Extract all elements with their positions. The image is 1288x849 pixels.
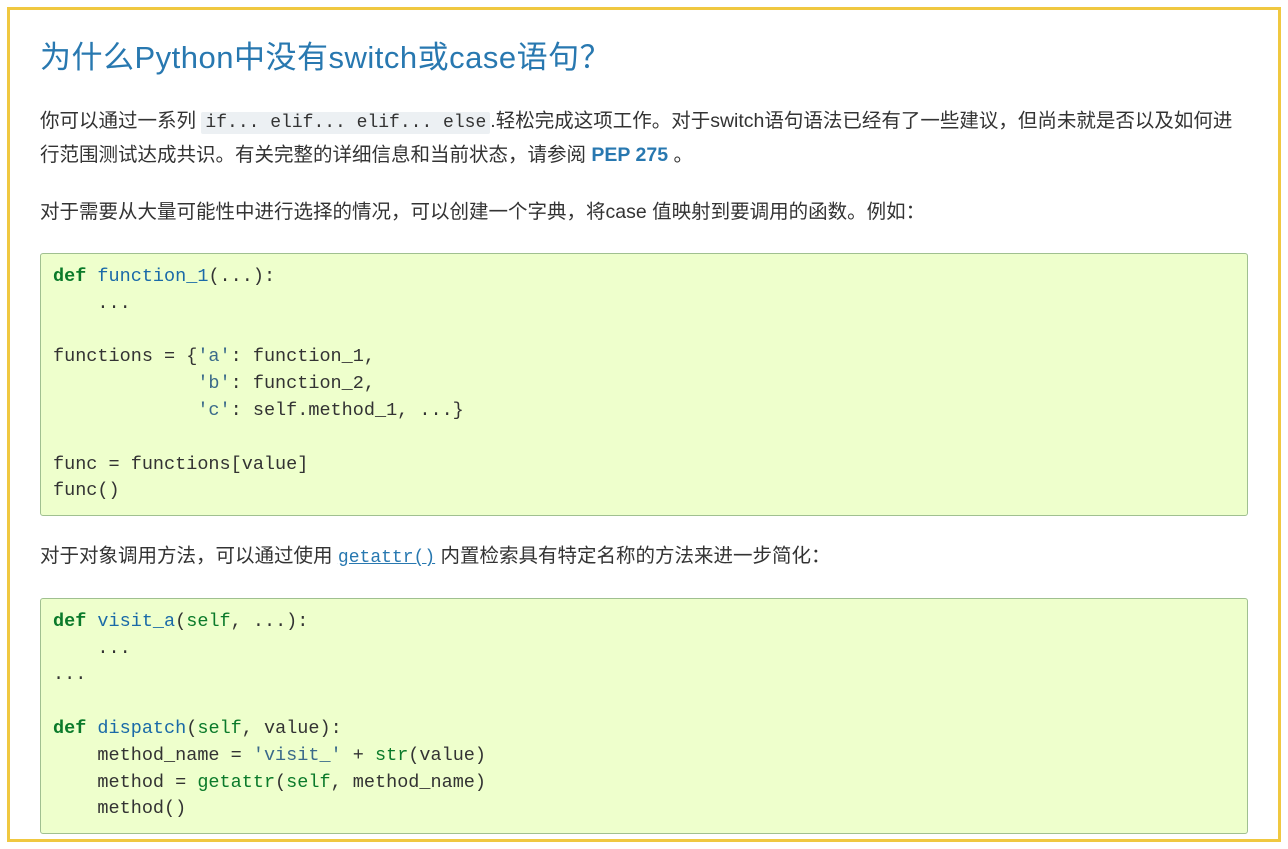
- getattr-link[interactable]: getattr(): [338, 548, 435, 568]
- code-text: method =: [53, 772, 197, 793]
- string-literal: 'b': [197, 373, 230, 394]
- code-text: (...):: [208, 266, 275, 287]
- code-text: (value): [408, 745, 486, 766]
- code-block-1: def function_1(...): ... functions = {'a…: [40, 253, 1248, 516]
- code-text: ...: [53, 293, 131, 314]
- p1-text-a: 你可以通过一系列: [40, 110, 201, 132]
- kw-def: def: [53, 611, 86, 632]
- code-text: +: [342, 745, 375, 766]
- code-text: ...: [53, 638, 131, 659]
- page-title: 为什么Python中没有switch或case语句？: [40, 32, 1248, 77]
- paragraph-1: 你可以通过一系列 if... elif... elif... else.轻松完成…: [40, 105, 1248, 172]
- code-text: method(): [53, 798, 186, 819]
- pep-275-link[interactable]: PEP 275: [591, 144, 668, 166]
- code-text: functions = {: [53, 346, 197, 367]
- paragraph-2: 对于需要从大量可能性中进行选择的情况，可以创建一个字典，将case 值映射到要调…: [40, 196, 1248, 229]
- kw-def: def: [53, 266, 86, 287]
- fn-name: visit_a: [97, 611, 175, 632]
- code-text: , value):: [242, 718, 342, 739]
- code-text: [53, 373, 197, 394]
- code-text: (: [275, 772, 286, 793]
- builtin-str: str: [375, 745, 408, 766]
- code-text: method_name =: [53, 745, 253, 766]
- string-literal: 'visit_': [253, 745, 342, 766]
- code-text: func = functions[value]: [53, 454, 308, 475]
- p1-text-c: 。: [668, 144, 693, 166]
- code-block-2: def visit_a(self, ...): ... ... def disp…: [40, 598, 1248, 835]
- code-text: : self.method_1, ...}: [231, 400, 464, 421]
- inline-code-if-elif: if... elif... elif... else: [201, 112, 490, 134]
- code-text: : function_1,: [231, 346, 375, 367]
- code-text: : function_2,: [231, 373, 375, 394]
- code-text: [53, 400, 197, 421]
- p3-text-b: 内置检索具有特定名称的方法来进一步简化：: [435, 545, 830, 567]
- self-kw: self: [197, 718, 241, 739]
- code-text: (: [186, 718, 197, 739]
- code-text: , method_name): [331, 772, 486, 793]
- fn-name: function_1: [97, 266, 208, 287]
- string-literal: 'a': [197, 346, 230, 367]
- self-kw: self: [286, 772, 330, 793]
- code-text: ...: [53, 664, 86, 685]
- kw-def: def: [53, 718, 86, 739]
- code-text: , ...):: [231, 611, 309, 632]
- fn-name: dispatch: [97, 718, 186, 739]
- code-text: (: [175, 611, 186, 632]
- document-container: 为什么Python中没有switch或case语句？ 你可以通过一系列 if..…: [7, 7, 1281, 842]
- self-kw: self: [186, 611, 230, 632]
- code-text: func(): [53, 480, 120, 501]
- paragraph-3: 对于对象调用方法，可以通过使用 getattr() 内置检索具有特定名称的方法来…: [40, 540, 1248, 574]
- builtin-getattr: getattr: [197, 772, 275, 793]
- p3-text-a: 对于对象调用方法，可以通过使用: [40, 545, 338, 567]
- string-literal: 'c': [197, 400, 230, 421]
